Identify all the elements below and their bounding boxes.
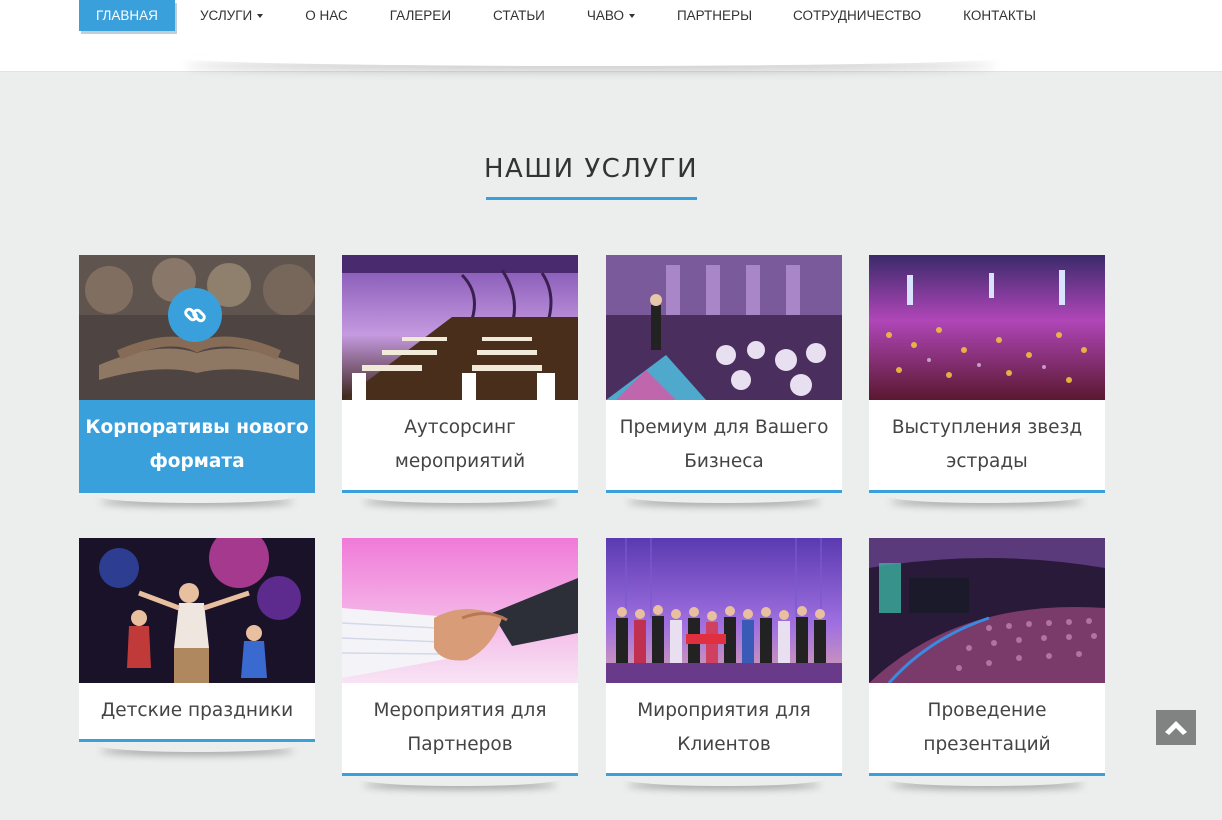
nav-item-label: ПАРТНЕРЫ xyxy=(676,8,753,23)
nav-item-label: ГАЛЕРЕИ xyxy=(389,8,452,23)
nav-item-galleries[interactable]: ГАЛЕРЕИ xyxy=(390,0,451,31)
banquet-hall-photo xyxy=(342,255,578,400)
service-card-kids[interactable]: Детские праздники xyxy=(79,538,315,742)
nav-item-label: О НАС xyxy=(305,8,348,23)
service-card-presentations[interactable]: Проведение презентаций xyxy=(869,538,1105,776)
card-title: Мероприятия для Партнеров xyxy=(342,683,578,776)
service-card-outsourcing[interactable]: Аутсорсинг мероприятий xyxy=(342,255,578,493)
service-card-corporate[interactable]: Корпоративы нового формата xyxy=(79,255,315,493)
card-title: Детские праздники xyxy=(79,683,315,742)
card-title: Выступления звезд эстрады xyxy=(869,400,1105,493)
top-navbar: ГЛАВНАЯ УСЛУГИ О НАС ГАЛЕРЕИ СТАТЬИ ЧАВО… xyxy=(0,0,1222,72)
main-menu: ГЛАВНАЯ УСЛУГИ О НАС ГАЛЕРЕИ СТАТЬИ ЧАВО… xyxy=(79,0,1036,31)
navbar-shadow xyxy=(180,50,1000,66)
kids-party-photo xyxy=(79,538,315,683)
nav-item-contacts[interactable]: КОНТАКТЫ xyxy=(963,0,1036,31)
handshake-photo xyxy=(342,538,578,683)
card-title: Премиум для Вашего Бизнеса xyxy=(606,400,842,493)
link-icon[interactable] xyxy=(168,288,222,342)
conference-hall-photo xyxy=(869,538,1105,683)
nav-item-label: ЧАВО xyxy=(586,8,624,23)
service-card-clients-events[interactable]: Мироприятия для Клиентов xyxy=(606,538,842,776)
nav-item-services[interactable]: УСЛУГИ xyxy=(199,0,264,31)
nav-item-label: ГЛАВНАЯ xyxy=(96,8,158,23)
nav-item-partners[interactable]: ПАРТНЕРЫ xyxy=(677,0,752,31)
card-title: Корпоративы нового формата xyxy=(79,400,315,493)
section-title: НАШИ УСЛУГИ xyxy=(483,154,699,184)
nav-item-label: КОНТАКТЫ xyxy=(963,8,1036,23)
nav-item-label: СТАТЬИ xyxy=(493,8,545,23)
scroll-to-top-button[interactable] xyxy=(1156,710,1196,745)
nav-item-cooperation[interactable]: СОТРУДНИЧЕСТВО xyxy=(793,0,921,31)
nav-item-about[interactable]: О НАС xyxy=(305,0,347,31)
card-title: Мироприятия для Клиентов xyxy=(606,683,842,776)
team-hands-photo xyxy=(79,255,315,400)
card-title: Проведение презентаций xyxy=(869,683,1105,776)
service-card-stars[interactable]: Выступления звезд эстрады xyxy=(869,255,1105,493)
nav-item-home[interactable]: ГЛАВНАЯ xyxy=(79,0,175,31)
arrow-up-icon xyxy=(1165,720,1187,735)
caret-down-icon xyxy=(257,13,264,18)
caret-down-icon xyxy=(628,13,635,18)
concert-crowd-photo xyxy=(869,255,1105,400)
nav-item-label: СОТРУДНИЧЕСТВО xyxy=(793,8,922,23)
nav-item-faq[interactable]: ЧАВО xyxy=(587,0,635,31)
title-underline xyxy=(486,197,697,200)
nav-item-articles[interactable]: СТАТЬИ xyxy=(493,0,545,31)
service-card-premium[interactable]: Премиум для Вашего Бизнеса xyxy=(606,255,842,493)
card-title: Аутсорсинг мероприятий xyxy=(342,400,578,493)
nav-item-label: УСЛУГИ xyxy=(199,8,253,23)
award-stage-photo xyxy=(606,538,842,683)
service-card-partners-events[interactable]: Мероприятия для Партнеров xyxy=(342,538,578,776)
gala-dinner-photo xyxy=(606,255,842,400)
